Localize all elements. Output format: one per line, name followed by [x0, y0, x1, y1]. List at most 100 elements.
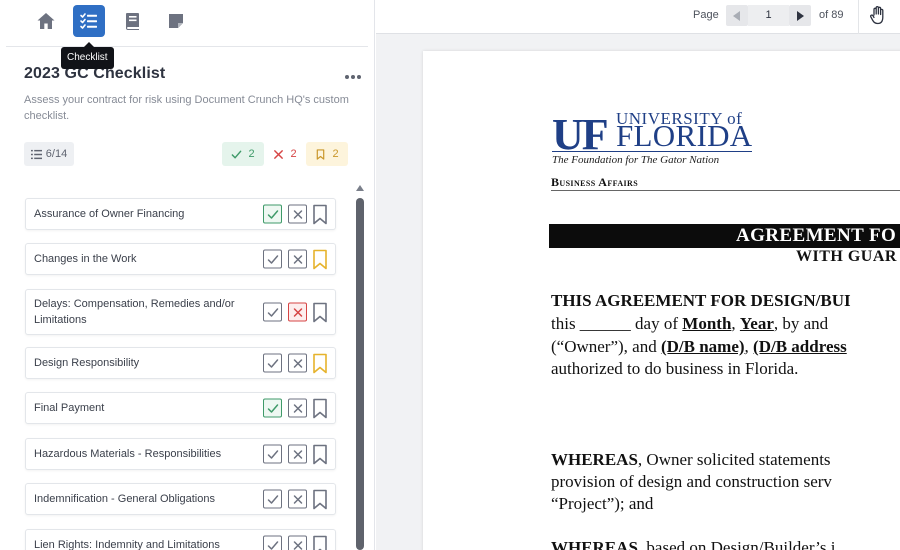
scrollbar-track[interactable] [356, 198, 364, 550]
more-options-button[interactable] [340, 66, 366, 88]
reject-button[interactable] [288, 489, 307, 509]
nav-home-button[interactable] [30, 5, 62, 37]
uf-logo-florida: FLORIDA [616, 118, 753, 153]
doc-whereas-1: WHEREAS [551, 450, 638, 469]
accept-button[interactable] [263, 489, 282, 509]
bookmark-icon [313, 353, 327, 373]
reject-button[interactable] [288, 249, 307, 269]
flag-button[interactable] [311, 249, 329, 270]
checklist-item[interactable]: Indemnification - General Obligations [25, 483, 336, 515]
accept-button[interactable] [263, 204, 282, 224]
nav-note-button[interactable] [160, 5, 192, 37]
bookmark-icon [313, 398, 327, 418]
nav-checklist-button[interactable] [73, 5, 105, 37]
x-icon [293, 307, 302, 317]
checklist-item[interactable]: Hazardous Materials - Responsibilities [25, 438, 336, 470]
bookmark-icon [313, 489, 327, 509]
checklist-item[interactable]: Delays: Compensation, Remedies and/or Li… [25, 289, 336, 335]
flag-button[interactable] [311, 353, 329, 374]
doc-line-8-text: , based on Design/Builder’s i [637, 538, 836, 550]
flag-button[interactable] [311, 302, 329, 323]
scrollbar-thumb[interactable] [356, 198, 364, 550]
checklist-item-label: Delays: Compensation, Remedies and/or Li… [34, 298, 235, 326]
checklist-item-label: Lien Rights: Indemnity and Limitations [34, 539, 220, 550]
checklist-items: Assurance of Owner Financing Changes in t… [0, 190, 360, 550]
flag-button[interactable] [311, 444, 329, 465]
more-dot-icon [345, 75, 349, 79]
accept-button[interactable] [263, 353, 282, 373]
x-icon [293, 540, 302, 550]
agreement-title: AGREEMENT FO [736, 225, 897, 246]
doc-line-7-text: “Project”); and [551, 494, 654, 513]
accepted-filter[interactable]: 2 [222, 142, 264, 166]
doc-line-3: (“Owner”), and (D/B name), (D/B address [551, 337, 847, 356]
doc-db-address-field: (D/B address [753, 337, 847, 356]
doc-year-field: Year [739, 314, 774, 333]
document-viewer: Page 1 of 89 UF UNIVERSITY of FLORIDA Th… [376, 0, 900, 550]
check-icon [267, 209, 278, 219]
flag-button[interactable] [311, 398, 329, 419]
previous-page-button[interactable] [726, 5, 748, 26]
flag-button[interactable] [311, 204, 329, 225]
checklist-item-label: Assurance of Owner Financing [34, 208, 185, 220]
doc-month-field: Month [682, 314, 732, 333]
checklist-item[interactable]: Final Payment [25, 392, 336, 424]
department-rule [551, 190, 900, 191]
bookmark-icon [313, 535, 327, 550]
checklist-item[interactable]: Design Responsibility [25, 347, 336, 379]
flag-button[interactable] [311, 489, 329, 510]
viewer-toolbar: Page 1 of 89 [376, 0, 900, 34]
home-icon [37, 13, 55, 29]
progress-chip[interactable]: 6/14 [24, 142, 74, 166]
panel-nav [0, 0, 374, 46]
pan-tool-button[interactable] [866, 3, 890, 27]
nav-divider [6, 46, 368, 47]
checklist-item-label: Hazardous Materials - Responsibilities [34, 448, 222, 460]
accept-button[interactable] [263, 302, 282, 322]
x-icon [293, 209, 302, 219]
checklist-item[interactable]: Lien Rights: Indemnity and Limitations [25, 529, 336, 550]
x-icon [293, 449, 302, 459]
doc-line-6-text: provision of design and construction ser… [551, 472, 832, 491]
chevron-right-icon [797, 10, 804, 21]
toolbar-divider [858, 0, 859, 34]
checklist-description: Assess your contract for risk using Docu… [24, 94, 349, 122]
logo-rule [552, 151, 752, 152]
reject-button[interactable] [288, 444, 307, 464]
flagged-filter[interactable]: 2 [306, 142, 348, 166]
accept-button[interactable] [263, 398, 282, 418]
accept-button[interactable] [263, 444, 282, 464]
doc-line-4: authorized to do business in Florida. [551, 359, 798, 379]
reject-button[interactable] [288, 353, 307, 373]
page-number-input[interactable]: 1 [748, 5, 789, 26]
x-icon [293, 494, 302, 504]
reject-button[interactable] [288, 398, 307, 418]
doc-line-2-text: this ______ day of [551, 314, 679, 333]
reject-button[interactable] [288, 302, 307, 322]
x-icon [293, 254, 302, 264]
doc-line-7: “Project”); and [551, 494, 653, 514]
flag-button[interactable] [311, 535, 329, 550]
checklist-item[interactable]: Assurance of Owner Financing [25, 198, 336, 230]
bookmark-icon [313, 204, 327, 224]
rejected-filter[interactable]: 2 [264, 142, 306, 166]
hand-icon [869, 5, 884, 25]
accept-button[interactable] [263, 535, 282, 550]
checklist-item-label: Indemnification - General Obligations [34, 493, 215, 505]
checklist-item[interactable]: Changes in the Work [25, 243, 336, 275]
check-icon [267, 307, 278, 317]
checklist-item-label: Changes in the Work [34, 253, 137, 265]
bookmark-icon [313, 302, 327, 322]
doc-line-5: WHEREAS, Owner solicited statements [551, 450, 831, 470]
scroll-up-arrow-icon[interactable] [356, 185, 364, 191]
accept-button[interactable] [263, 249, 282, 269]
checklist-panel: Checklist 2023 GC Checklist Assess your … [0, 0, 375, 550]
more-dot-icon [357, 75, 361, 79]
nav-book-button[interactable] [117, 5, 149, 37]
check-icon [267, 540, 278, 550]
doc-db-name-field: (D/B name) [660, 337, 745, 356]
next-page-button[interactable] [789, 5, 811, 26]
reject-button[interactable] [288, 535, 307, 550]
reject-button[interactable] [288, 204, 307, 224]
check-icon [232, 150, 242, 158]
